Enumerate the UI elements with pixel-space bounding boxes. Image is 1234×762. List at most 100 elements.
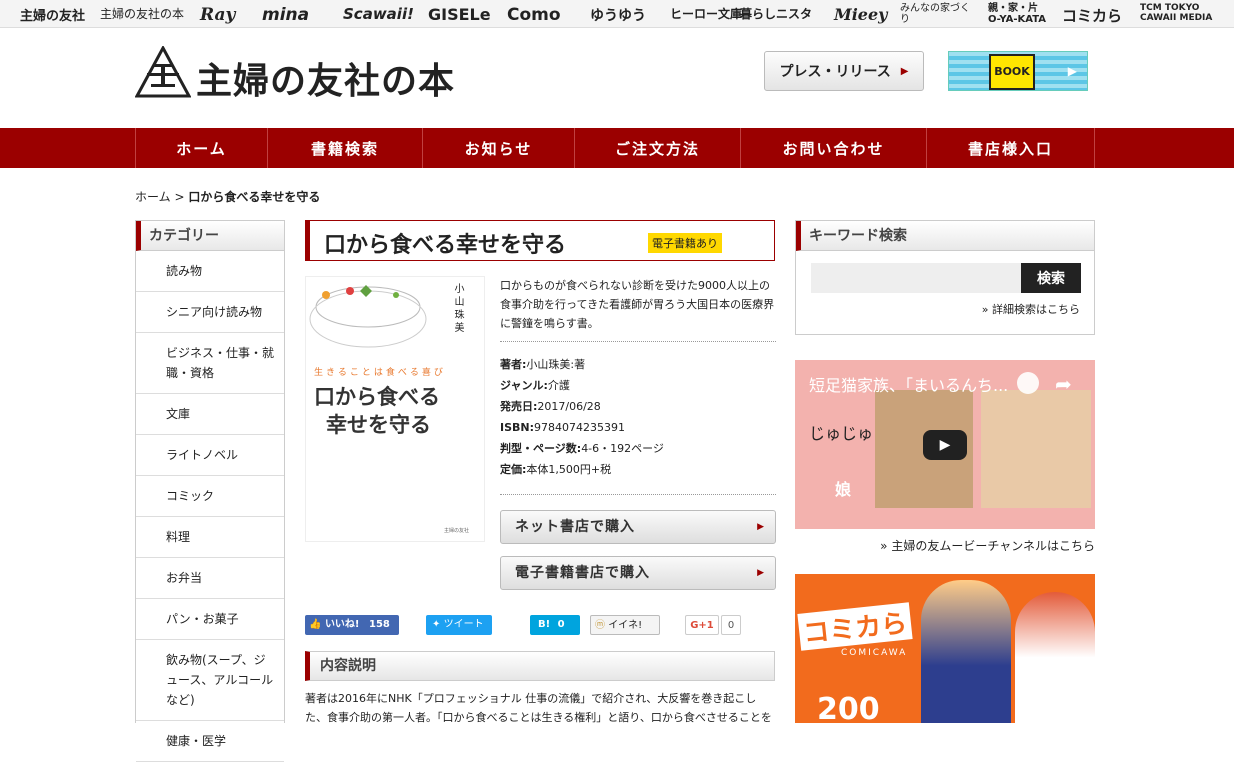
play-button-icon[interactable]: ▶ bbox=[923, 430, 967, 460]
content-description-heading: 内容説明 bbox=[305, 651, 775, 681]
nav-contact[interactable]: お問い合わせ bbox=[740, 128, 926, 168]
nav-news[interactable]: お知らせ bbox=[422, 128, 574, 168]
mixi-icon: ⓜ bbox=[595, 620, 605, 631]
buy-net-store-label: ネット書店で購入 bbox=[515, 519, 635, 535]
content-description-text: 著者は2016年にNHK「プロフェッショナル 仕事の流儀」で紹介され、大反響を巻… bbox=[305, 692, 772, 724]
cover-subtitle: 生きることは食べる喜び bbox=[314, 368, 446, 378]
cover-author: 小山珠美 bbox=[452, 283, 463, 335]
info-price: 定価:本体1,500円+税 bbox=[500, 463, 612, 476]
category-item[interactable]: 文庫 bbox=[136, 394, 284, 435]
info-format: 判型・ページ数:4-6・192ページ bbox=[500, 442, 664, 455]
clock-icon[interactable] bbox=[1017, 372, 1039, 394]
category-sidebar: カテゴリー 読み物 シニア向け読み物 ビジネス・仕事・就職・資格 文庫 ライトノ… bbox=[135, 220, 285, 762]
arrow-right-icon: ▶ bbox=[757, 568, 765, 578]
site-logo-text[interactable]: 主婦の友社の本 bbox=[196, 52, 455, 104]
book-info: 著者:小山珠美:著 ジャンル:介護 発売日:2017/06/28 ISBN:97… bbox=[500, 341, 776, 480]
category-item[interactable]: シニア向け読み物 bbox=[136, 292, 284, 333]
category-item[interactable]: 料理 bbox=[136, 517, 284, 558]
mixi-check-button[interactable]: ⓜ イイネ! bbox=[590, 615, 660, 635]
facebook-like-button[interactable]: 👍 いいね! 158 bbox=[305, 615, 399, 635]
brand-como[interactable]: Como bbox=[507, 5, 561, 25]
cover-title-line1: 口から食べる bbox=[314, 385, 440, 409]
comicawa-subtitle: COMICAWA bbox=[841, 648, 908, 658]
keyword-search-input[interactable] bbox=[811, 263, 1021, 293]
arrow-right-icon: ▶ bbox=[1067, 64, 1077, 78]
comicawa-number: 200 bbox=[817, 692, 880, 723]
arrow-right-icon: ▶ bbox=[757, 522, 765, 532]
video-title: 短足猫家族、「まいるんち... bbox=[809, 376, 1009, 395]
nav-order[interactable]: ご注文方法 bbox=[574, 128, 740, 168]
book-banner-logo: BOOK bbox=[989, 54, 1035, 90]
brand-gisele[interactable]: GISELe bbox=[428, 5, 491, 24]
share-icon[interactable]: ➦ bbox=[1055, 372, 1072, 396]
category-heading: カテゴリー bbox=[136, 221, 284, 251]
nav-bookstore[interactable]: 書店様入口 bbox=[926, 128, 1095, 168]
google-plus-count: 0 bbox=[721, 615, 741, 635]
brand-comicawa[interactable]: コミカら bbox=[1062, 5, 1122, 26]
comicawa-logo: コミカら bbox=[797, 602, 913, 651]
brand-shufunotomo[interactable]: 主婦の友社 bbox=[20, 5, 85, 24]
twitter-bird-icon: ✦ bbox=[432, 619, 441, 630]
buy-ebook-store-label: 電子書籍書店で購入 bbox=[515, 565, 650, 581]
brand-scawaii[interactable]: Scawaii! bbox=[343, 5, 414, 23]
book-banner[interactable]: BOOK ▶ bbox=[948, 51, 1088, 91]
video-script-text: じゅじゅ bbox=[809, 424, 874, 443]
category-item[interactable]: 健康・医学 bbox=[136, 721, 284, 762]
video-embed[interactable]: じゅじゅ 娘 短足猫家族、「まいるんち... ➦ ▶ bbox=[795, 360, 1095, 529]
nav-home[interactable]: ホーム bbox=[135, 128, 267, 168]
keyword-search-box: キーワード検索 検索 » 詳細検索はこちら bbox=[795, 220, 1095, 335]
hatena-bookmark-count: 0 bbox=[557, 619, 565, 630]
manga-character-image bbox=[921, 580, 1011, 723]
brand-mieey[interactable]: Mieey bbox=[834, 5, 887, 24]
brand-minna-ie[interactable]: みんなの家づくり bbox=[900, 3, 975, 25]
video-thumb-right bbox=[981, 390, 1091, 508]
breadcrumb: ホーム > 口から食べる幸せを守る bbox=[135, 188, 320, 205]
category-item[interactable]: ビジネス・仕事・就職・資格 bbox=[136, 333, 284, 394]
brand-tcm[interactable]: TCM TOKYO CAWAII MEDIA bbox=[1140, 3, 1220, 23]
ebook-badge: 電子書籍あり bbox=[648, 233, 722, 253]
category-item[interactable]: 飲み物(スープ、ジュース、アルコールなど) bbox=[136, 640, 284, 721]
category-item[interactable]: コミック bbox=[136, 476, 284, 517]
category-item[interactable]: パン・お菓子 bbox=[136, 599, 284, 640]
brand-mina[interactable]: mina bbox=[262, 5, 309, 25]
info-isbn: ISBN:9784074235391 bbox=[500, 421, 625, 434]
book-description: 口からものが食べられない診断を受けた9000人以上の食事介助を行ってきた看護師が… bbox=[500, 279, 775, 330]
keyword-search-heading: キーワード検索 bbox=[796, 221, 1094, 251]
buy-net-store-button[interactable]: ネット書店で購入 ▶ bbox=[500, 510, 776, 544]
double-arrow-icon: » bbox=[981, 303, 989, 316]
hatena-bookmark-button[interactable]: B! 0 bbox=[530, 615, 580, 635]
brand-yuyu[interactable]: ゆうゆう bbox=[590, 5, 646, 25]
main-nav: ホーム 書籍検索 お知らせ ご注文方法 お問い合わせ 書店様入口 bbox=[0, 128, 1234, 168]
advanced-search-link[interactable]: » 詳細検索はこちら bbox=[982, 301, 1080, 317]
breadcrumb-home[interactable]: ホーム bbox=[135, 190, 171, 204]
breadcrumb-current: 口から食べる幸せを守る bbox=[188, 190, 321, 204]
book-title-box: 口から食べる幸せを守る 電子書籍あり bbox=[305, 220, 775, 261]
category-item[interactable]: ライトノベル bbox=[136, 435, 284, 476]
book-title: 口から食べる幸せを守る bbox=[324, 233, 567, 258]
divider bbox=[500, 494, 776, 495]
comicawa-banner[interactable]: コミカら COMICAWA 200 bbox=[795, 574, 1095, 723]
brand-oyakata[interactable]: 親・家・片 O-YA-KATA bbox=[988, 3, 1048, 25]
breadcrumb-separator: > bbox=[174, 190, 185, 204]
logo-mark-icon[interactable] bbox=[135, 46, 191, 98]
info-author: 著者:小山珠美:著 bbox=[500, 358, 586, 371]
manga-character-image bbox=[1015, 592, 1095, 723]
press-release-button[interactable]: プレス・リリース ▶ bbox=[764, 51, 924, 91]
brand-ray[interactable]: Ray bbox=[200, 5, 235, 25]
brand-shufunotomo-books[interactable]: 主婦の友社の本 bbox=[100, 5, 184, 22]
movie-channel-link[interactable]: » 主婦の友ムービーチャンネルはこちら bbox=[795, 537, 1095, 554]
buy-ebook-store-button[interactable]: 電子書籍書店で購入 ▶ bbox=[500, 556, 776, 590]
video-caption: 娘 bbox=[835, 480, 852, 499]
category-item[interactable]: お弁当 bbox=[136, 558, 284, 599]
double-arrow-icon: » bbox=[880, 539, 888, 553]
info-genre: ジャンル:介護 bbox=[500, 379, 570, 392]
category-item[interactable]: 読み物 bbox=[136, 251, 284, 292]
nav-book-search[interactable]: 書籍検索 bbox=[267, 128, 422, 168]
brand-hero-bunko[interactable]: ヒーロー文庫 bbox=[670, 5, 742, 22]
facebook-like-count: 158 bbox=[368, 619, 390, 630]
keyword-search-button[interactable]: 検索 bbox=[1021, 263, 1081, 293]
tweet-button[interactable]: ✦ ツイート bbox=[426, 615, 492, 635]
google-plus-button[interactable]: G+1 bbox=[685, 615, 719, 635]
brand-kurashinista[interactable]: 暮らしニスタ bbox=[740, 5, 812, 22]
cover-title-line2: 幸せを守る bbox=[326, 413, 431, 437]
